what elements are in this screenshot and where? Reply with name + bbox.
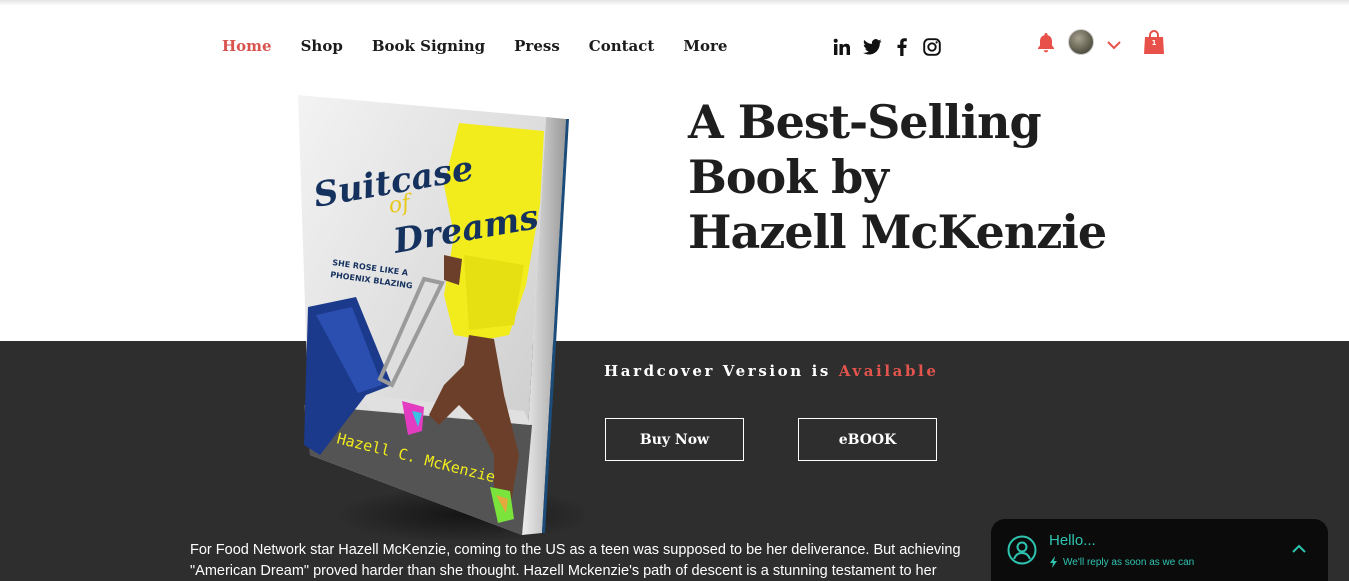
hero-headline: A Best-Selling Book by Hazell McKenzie	[688, 95, 1148, 260]
header-shadow	[0, 0, 1349, 6]
nav-press[interactable]: Press	[514, 36, 560, 58]
description-line2: "American Dream" proved harder than she …	[190, 563, 937, 579]
description-line1: For Food Network star Hazell McKenzie, c…	[190, 542, 961, 558]
nav-book-signing[interactable]: Book Signing	[372, 36, 485, 58]
headline-line2: Book by	[688, 150, 889, 204]
instagram-icon[interactable]	[922, 37, 942, 57]
availability-text: Hardcover Version is Available	[604, 362, 938, 380]
cart-count-badge: 1	[1151, 39, 1157, 47]
linkedin-icon[interactable]	[832, 37, 852, 57]
headline-line1: A Best-Selling	[688, 95, 1042, 149]
chat-widget[interactable]: Hello... We'll reply as soon as we can	[991, 519, 1328, 581]
lightning-icon	[1050, 556, 1057, 568]
twitter-icon[interactable]	[862, 37, 882, 57]
chevron-up-icon[interactable]	[1291, 543, 1307, 555]
headline-line3: Hazell McKenzie	[688, 205, 1107, 259]
chat-agent-icon	[1007, 535, 1037, 565]
book-cover-image: Suitcase of Dreams SHE ROSE LIKE A PHOEN…	[298, 95, 584, 540]
chevron-down-icon[interactable]	[1106, 36, 1122, 50]
social-bar	[832, 37, 952, 57]
nav-contact[interactable]: Contact	[589, 36, 655, 58]
availability-prefix: Hardcover Version is	[604, 362, 831, 380]
main-nav: Home Shop Book Signing Press Contact Mor…	[222, 36, 756, 58]
chat-subtitle: We'll reply as soon as we can	[1049, 556, 1194, 568]
book-description: For Food Network star Hazell McKenzie, c…	[190, 540, 1020, 581]
chat-subtitle-text: We'll reply as soon as we can	[1063, 556, 1195, 568]
availability-highlight: Available	[838, 362, 939, 380]
notification-bell-icon[interactable]	[1035, 31, 1057, 53]
ebook-button[interactable]: eBOOK	[798, 418, 937, 461]
nav-home[interactable]: Home	[222, 36, 272, 58]
buy-now-button[interactable]: Buy Now	[605, 418, 744, 461]
nav-shop[interactable]: Shop	[301, 36, 343, 58]
user-avatar[interactable]	[1068, 29, 1094, 55]
nav-more[interactable]: More	[683, 36, 727, 58]
facebook-icon[interactable]	[892, 37, 912, 57]
chat-title: Hello...	[1049, 532, 1096, 549]
